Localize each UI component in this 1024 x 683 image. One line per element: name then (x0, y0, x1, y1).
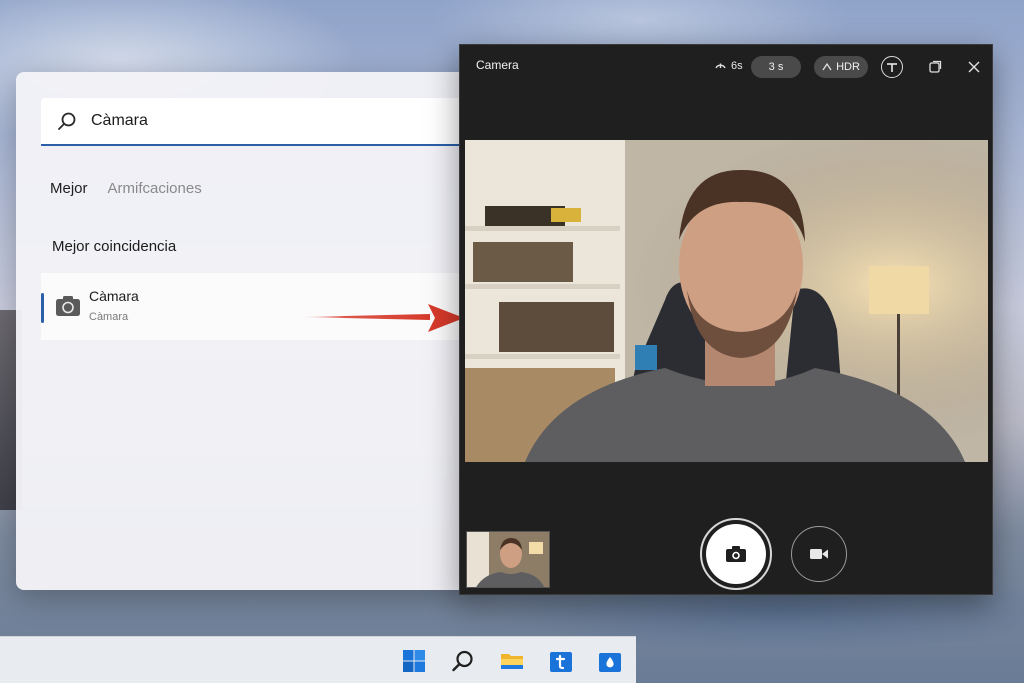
camera-titlebar: Camera 6s 3 s HDR (460, 45, 992, 89)
camera-window: Camera 6s 3 s HDR (459, 44, 993, 595)
thumbnail-image (467, 532, 549, 587)
video-icon (810, 549, 828, 559)
file-explorer-button[interactable] (498, 647, 526, 675)
camera-icon (726, 546, 746, 562)
start-button[interactable] (400, 647, 428, 675)
store-icon (550, 652, 572, 672)
hdr-label: HDR (836, 61, 860, 73)
video-mode-button[interactable] (791, 526, 847, 582)
result-subtitle: Càmara (89, 311, 129, 323)
delay-label: 3 s (768, 61, 784, 73)
pointer-arrow (300, 304, 464, 332)
adjust-icon (887, 63, 897, 72)
taskbar-search-button[interactable] (449, 647, 477, 675)
timer-icon (715, 63, 726, 69)
timer-control[interactable]: 6s (714, 59, 743, 72)
take-photo-button[interactable] (700, 518, 772, 590)
search-icon (452, 650, 473, 672)
settings-button[interactable] (881, 56, 903, 78)
result-title: Càmara (89, 288, 139, 304)
taskbar-app-button[interactable] (596, 647, 624, 675)
tab-apps[interactable]: Armifcaciones (108, 180, 202, 197)
tab-best[interactable]: Mejor (50, 180, 88, 197)
close-icon (968, 61, 980, 73)
section-title: Mejor coincidencia (52, 238, 177, 255)
last-photo-thumbnail[interactable] (466, 531, 550, 588)
search-icon (58, 112, 76, 130)
search-tabs: Mejor Armifcaciones (50, 180, 202, 197)
shutter-face (706, 524, 766, 584)
delay-pill[interactable]: 3 s (751, 56, 801, 78)
windows-start-icon (403, 650, 425, 672)
hdr-toggle[interactable]: HDR (814, 56, 868, 78)
file-explorer-icon (501, 654, 523, 669)
camera-app-icon (56, 296, 80, 316)
close-button[interactable] (965, 58, 983, 76)
restore-icon (929, 60, 942, 73)
search-box[interactable] (41, 98, 478, 146)
app-title: Camera (476, 58, 519, 72)
timer-label: 6s (731, 59, 743, 72)
app-icon (599, 653, 621, 672)
search-input[interactable] (91, 106, 391, 136)
hdr-icon (822, 62, 832, 71)
taskbar (0, 636, 636, 683)
selection-indicator (41, 293, 44, 323)
restore-button[interactable] (926, 58, 944, 76)
camera-preview (465, 140, 988, 462)
preview-image (465, 140, 988, 462)
store-button[interactable] (547, 647, 575, 675)
